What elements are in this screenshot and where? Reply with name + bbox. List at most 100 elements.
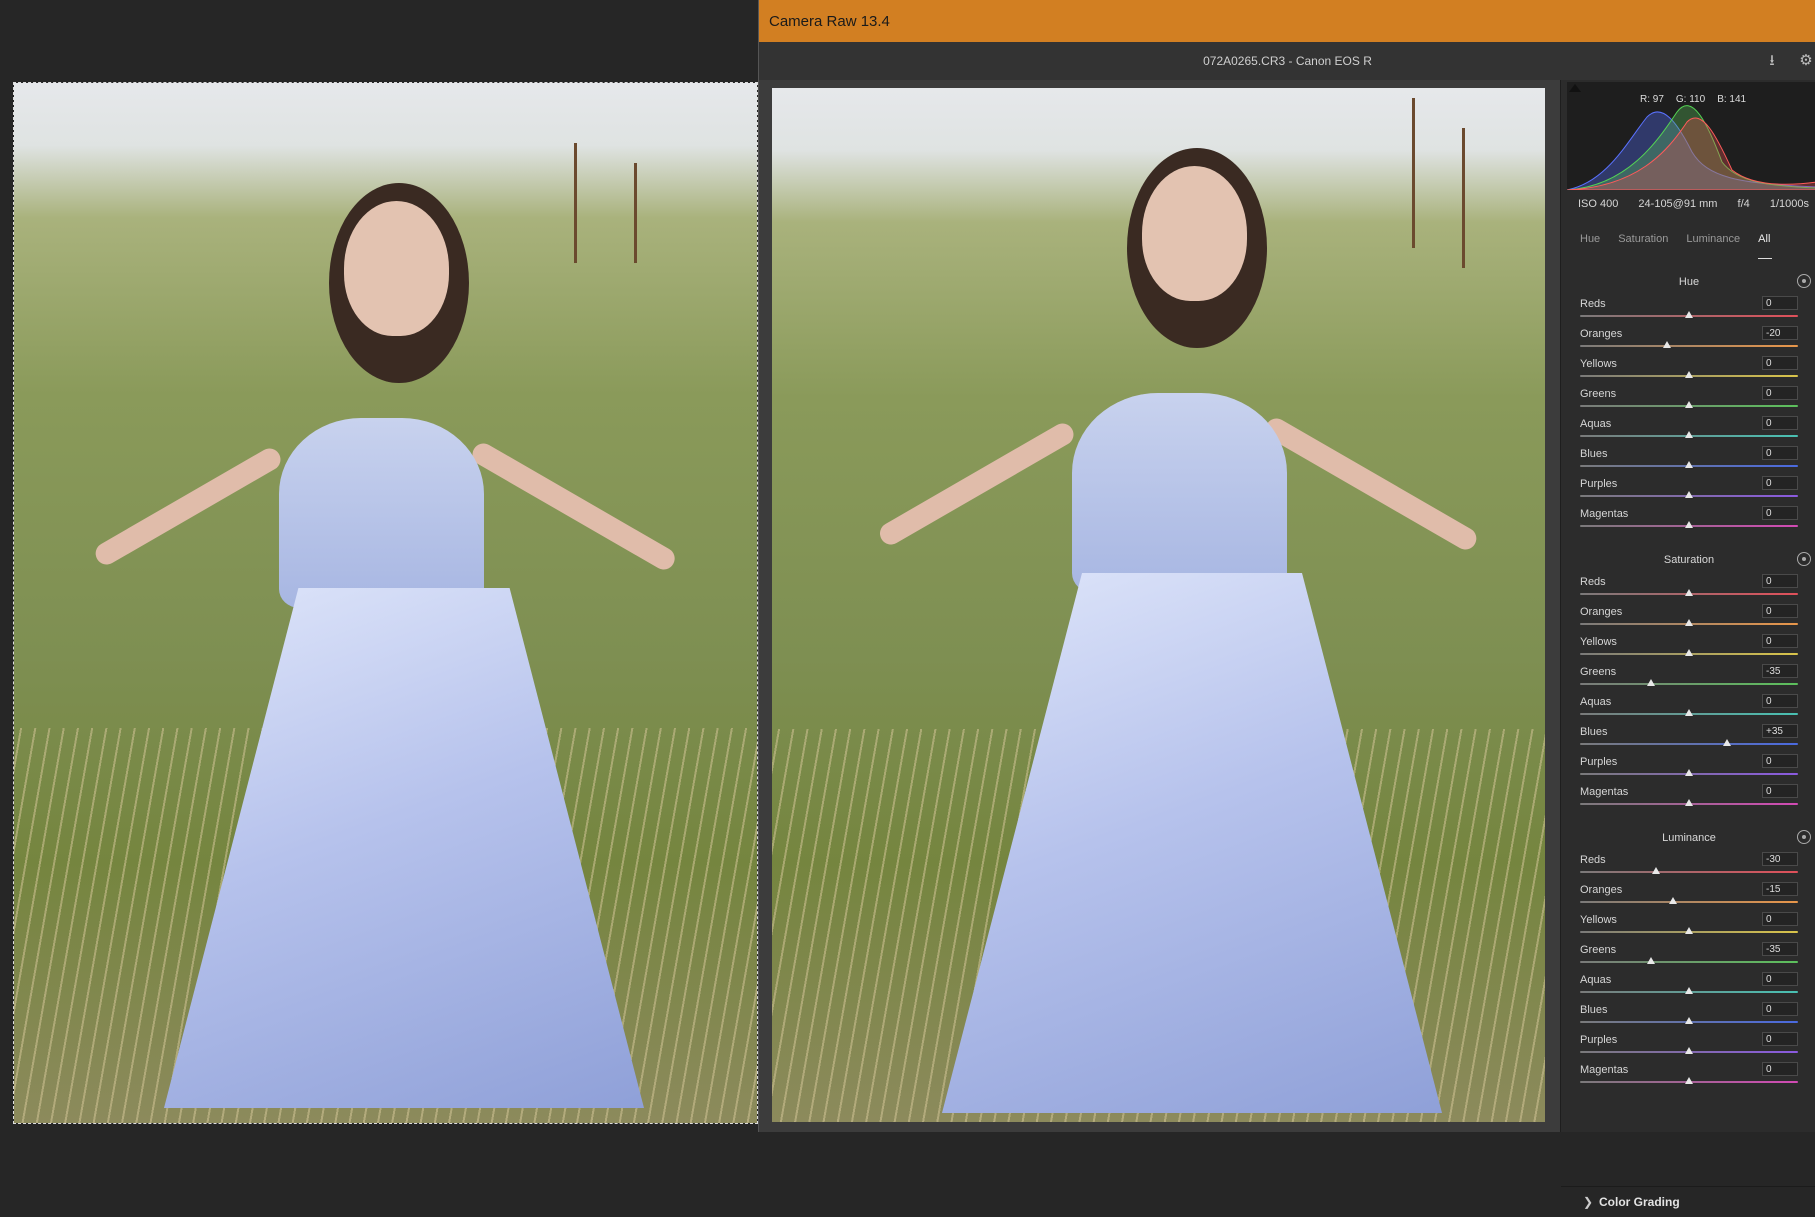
slider-thumb[interactable] bbox=[1685, 1017, 1693, 1024]
slider-value-field[interactable]: 0 bbox=[1762, 754, 1798, 768]
slider-thumb[interactable] bbox=[1685, 521, 1693, 528]
slider-thumb[interactable] bbox=[1685, 769, 1693, 776]
slider-value-field[interactable]: 0 bbox=[1762, 1002, 1798, 1016]
tab-luminance[interactable]: Luminance bbox=[1686, 233, 1740, 245]
slider-value-field[interactable]: 0 bbox=[1762, 296, 1798, 310]
slider-value-field[interactable]: 0 bbox=[1762, 634, 1798, 648]
photoshop-canvas[interactable] bbox=[13, 82, 758, 1124]
slider-track[interactable] bbox=[1580, 871, 1798, 873]
gear-icon[interactable]: ⚙ bbox=[1796, 42, 1815, 80]
slider-value-field[interactable]: -15 bbox=[1762, 882, 1798, 896]
slider-thumb[interactable] bbox=[1685, 1047, 1693, 1054]
tab-hue[interactable]: Hue bbox=[1580, 233, 1600, 245]
slider-track[interactable] bbox=[1580, 683, 1798, 685]
slider-thumb[interactable] bbox=[1685, 461, 1693, 468]
slider-thumb[interactable] bbox=[1685, 491, 1693, 498]
slider-hue-blues[interactable]: Blues 0 bbox=[1580, 446, 1798, 474]
slider-track[interactable] bbox=[1580, 901, 1798, 903]
tab-all[interactable]: All bbox=[1758, 233, 1773, 259]
slider-value-field[interactable]: 0 bbox=[1762, 694, 1798, 708]
targeted-adjustment-icon[interactable] bbox=[1797, 552, 1811, 566]
rgb-readout: R: 97 G: 110 B: 141 bbox=[1640, 94, 1747, 105]
slider-thumb[interactable] bbox=[1663, 341, 1672, 348]
slider-label: Yellows bbox=[1580, 914, 1617, 926]
slider-value-field[interactable]: 0 bbox=[1762, 356, 1798, 370]
slider-thumb[interactable] bbox=[1685, 1077, 1693, 1084]
slider-value-field[interactable]: 0 bbox=[1762, 1032, 1798, 1046]
slider-value-field[interactable]: -35 bbox=[1762, 664, 1798, 678]
slider-hue-aquas[interactable]: Aquas 0 bbox=[1580, 416, 1798, 444]
slider-thumb[interactable] bbox=[1668, 897, 1677, 904]
slider-thumb[interactable] bbox=[1685, 311, 1693, 318]
slider-luminance-aquas[interactable]: Aquas 0 bbox=[1580, 972, 1798, 1000]
slider-saturation-purples[interactable]: Purples 0 bbox=[1580, 754, 1798, 782]
slider-value-field[interactable]: 0 bbox=[1762, 604, 1798, 618]
section-title-saturation: Saturation bbox=[1663, 554, 1715, 566]
slider-value-field[interactable]: 0 bbox=[1762, 574, 1798, 588]
slider-thumb[interactable] bbox=[1723, 739, 1732, 746]
slider-track[interactable] bbox=[1580, 961, 1798, 963]
slider-hue-greens[interactable]: Greens 0 bbox=[1580, 386, 1798, 414]
slider-value-field[interactable]: -20 bbox=[1762, 326, 1798, 340]
slider-luminance-blues[interactable]: Blues 0 bbox=[1580, 1002, 1798, 1030]
slider-saturation-greens[interactable]: Greens -35 bbox=[1580, 664, 1798, 692]
slider-track[interactable] bbox=[1580, 345, 1798, 347]
slider-hue-oranges[interactable]: Oranges -20 bbox=[1580, 326, 1798, 354]
slider-luminance-purples[interactable]: Purples 0 bbox=[1580, 1032, 1798, 1060]
slider-hue-purples[interactable]: Purples 0 bbox=[1580, 476, 1798, 504]
tab-saturation[interactable]: Saturation bbox=[1618, 233, 1668, 245]
slider-hue-reds[interactable]: Reds 0 bbox=[1580, 296, 1798, 324]
slider-thumb[interactable] bbox=[1685, 371, 1693, 378]
slider-value-field[interactable]: 0 bbox=[1762, 1062, 1798, 1076]
slider-thumb[interactable] bbox=[1685, 401, 1693, 408]
slider-thumb[interactable] bbox=[1685, 431, 1693, 438]
slider-thumb[interactable] bbox=[1685, 709, 1693, 716]
aperture: f/4 bbox=[1737, 198, 1750, 210]
slider-value-field[interactable]: 0 bbox=[1762, 972, 1798, 986]
shadow-clipping-icon[interactable] bbox=[1569, 84, 1581, 92]
slider-hue-magentas[interactable]: Magentas 0 bbox=[1580, 506, 1798, 534]
camera-raw-window: Camera Raw 13.4 072A0265.CR3 - Canon EOS… bbox=[758, 0, 1815, 1209]
slider-value-field[interactable]: 0 bbox=[1762, 446, 1798, 460]
slider-thumb[interactable] bbox=[1652, 867, 1661, 874]
slider-luminance-magentas[interactable]: Magentas 0 bbox=[1580, 1062, 1798, 1090]
slider-value-field[interactable]: 0 bbox=[1762, 416, 1798, 430]
slider-thumb[interactable] bbox=[1646, 957, 1655, 964]
slider-saturation-blues[interactable]: Blues +35 bbox=[1580, 724, 1798, 752]
slider-luminance-reds[interactable]: Reds -30 bbox=[1580, 852, 1798, 880]
slider-value-field[interactable]: 0 bbox=[1762, 386, 1798, 400]
shutter: 1/1000s bbox=[1769, 198, 1809, 210]
slider-saturation-oranges[interactable]: Oranges 0 bbox=[1580, 604, 1798, 632]
slider-luminance-yellows[interactable]: Yellows 0 bbox=[1580, 912, 1798, 940]
slider-luminance-greens[interactable]: Greens -35 bbox=[1580, 942, 1798, 970]
slider-luminance-oranges[interactable]: Oranges -15 bbox=[1580, 882, 1798, 910]
slider-label: Purples bbox=[1580, 478, 1618, 490]
slider-value-field[interactable]: +35 bbox=[1762, 724, 1798, 738]
slider-value-field[interactable]: 0 bbox=[1762, 784, 1798, 798]
slider-label: Oranges bbox=[1580, 606, 1623, 618]
slider-saturation-magentas[interactable]: Magentas 0 bbox=[1580, 784, 1798, 812]
slider-value-field[interactable]: -30 bbox=[1762, 852, 1798, 866]
targeted-adjustment-icon[interactable] bbox=[1797, 830, 1811, 844]
slider-thumb[interactable] bbox=[1685, 927, 1693, 934]
slider-label: Greens bbox=[1580, 666, 1617, 678]
slider-thumb[interactable] bbox=[1646, 679, 1655, 686]
slider-thumb[interactable] bbox=[1685, 619, 1693, 626]
slider-saturation-yellows[interactable]: Yellows 0 bbox=[1580, 634, 1798, 662]
image-preview[interactable] bbox=[772, 88, 1545, 1122]
color-grading-panel[interactable]: ❯ Color Grading bbox=[1561, 1186, 1815, 1214]
slider-value-field[interactable]: 0 bbox=[1762, 476, 1798, 490]
slider-saturation-reds[interactable]: Reds 0 bbox=[1580, 574, 1798, 602]
slider-thumb[interactable] bbox=[1685, 589, 1693, 596]
slider-saturation-aquas[interactable]: Aquas 0 bbox=[1580, 694, 1798, 722]
slider-hue-yellows[interactable]: Yellows 0 bbox=[1580, 356, 1798, 384]
slider-value-field[interactable]: -35 bbox=[1762, 942, 1798, 956]
targeted-adjustment-icon[interactable] bbox=[1797, 274, 1811, 288]
slider-value-field[interactable]: 0 bbox=[1762, 912, 1798, 926]
save-icon[interactable]: ⭳ bbox=[1762, 42, 1782, 80]
slider-track[interactable] bbox=[1580, 743, 1798, 745]
slider-thumb[interactable] bbox=[1685, 649, 1693, 656]
slider-value-field[interactable]: 0 bbox=[1762, 506, 1798, 520]
slider-thumb[interactable] bbox=[1685, 987, 1693, 994]
slider-thumb[interactable] bbox=[1685, 799, 1693, 806]
